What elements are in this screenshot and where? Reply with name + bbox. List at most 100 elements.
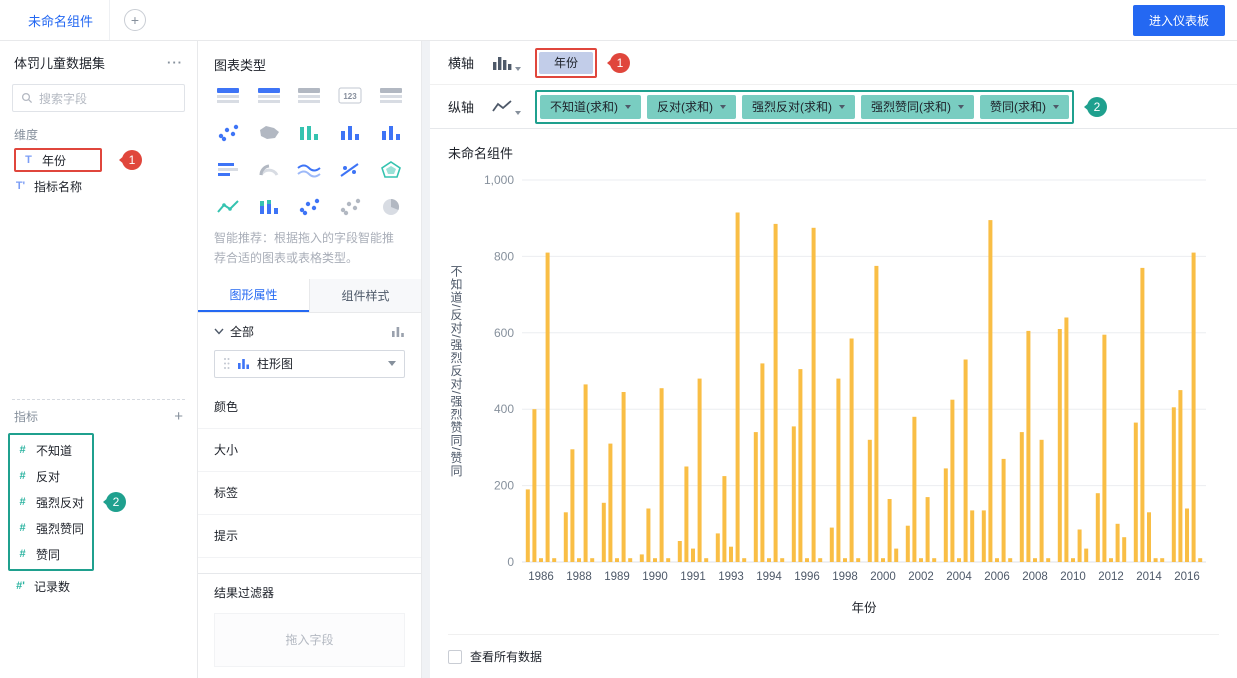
chart-type-area-chart-icon[interactable] (294, 158, 324, 180)
chart-type-score-table-icon[interactable] (376, 84, 406, 106)
x-axis-field-chip[interactable]: 年份 (539, 51, 594, 74)
chart-type-progress-bars-icon[interactable] (213, 158, 243, 180)
chart-type-indicator-icon[interactable] (254, 158, 284, 180)
chart-type-scatter-chart-icon[interactable] (213, 121, 243, 143)
property-label: 提示 (214, 529, 239, 544)
property-row-tooltip[interactable]: 提示 (198, 515, 421, 558)
y-axis-field-chip[interactable]: 强烈赞同(求和) (861, 94, 974, 119)
chart-title: 未命名组件 (448, 146, 514, 161)
chart-type-line-chart-icon[interactable] (213, 195, 243, 217)
svg-text:2012: 2012 (1098, 571, 1124, 583)
chart-type-combo-scatter-icon[interactable] (335, 158, 365, 180)
dimensions-header: 维度 (14, 128, 39, 142)
chart-type-column-chart-icon[interactable] (376, 121, 406, 143)
property-row-granularity[interactable]: 细粒度 (198, 558, 421, 573)
chevron-down-icon (625, 104, 631, 109)
top-bar: 未命名组件 + 进入仪表板 (0, 0, 1237, 41)
property-row-label[interactable]: 标签 (198, 472, 421, 515)
y-axis-field-chip[interactable]: 不知道(求和) (540, 94, 641, 119)
x-axis-type-selector[interactable] (492, 54, 521, 71)
view-all-data-checkbox[interactable] (448, 649, 462, 664)
chart-type-pie-chart-icon[interactable] (376, 195, 406, 217)
y-axis-type-selector[interactable] (492, 99, 521, 115)
chart-type-stacked-bar-icon[interactable] (254, 195, 284, 217)
chart-type-kpi-card-icon[interactable]: 123 (335, 84, 365, 106)
svg-text:2004: 2004 (946, 571, 972, 583)
svg-text:1989: 1989 (604, 571, 630, 583)
property-row-color[interactable]: 颜色 (198, 386, 421, 429)
view-all-data-label: 查看所有数据 (470, 650, 543, 664)
chart-canvas-panel: 横轴 年份 1 纵轴 不知道(求和) 反对(求和) 强烈反对(求和) 强烈赞同(… (422, 41, 1237, 678)
component-tab-label: 未命名组件 (28, 13, 94, 29)
chart-type-bubble-chart-icon[interactable] (335, 195, 365, 217)
add-measure-button[interactable]: + (174, 408, 183, 425)
measure-field-label: 强烈反对 (36, 495, 85, 510)
svg-text:1988: 1988 (566, 571, 592, 583)
dataset-more-icon[interactable]: ··· (167, 55, 183, 70)
svg-text:2010: 2010 (1060, 571, 1086, 583)
search-field-input[interactable]: 搜索字段 (12, 84, 185, 112)
measure-field[interactable]: # 赞同 (10, 541, 92, 567)
svg-text:1991: 1991 (680, 571, 706, 583)
measure-field[interactable]: # 强烈反对 (10, 489, 92, 515)
y-axis-field-chip[interactable]: 赞同(求和) (980, 94, 1069, 119)
measure-field[interactable]: # 强烈赞同 (10, 515, 92, 541)
record-count-field[interactable]: #' 记录数 (0, 573, 197, 599)
main-area: 体罚儿童数据集 ··· 搜索字段 维度 T 年份 1 T' 指标名称 指标 + … (0, 41, 1237, 678)
property-row-clipped: 细粒度 (198, 558, 421, 573)
chart-type-treemap-icon[interactable] (294, 121, 324, 143)
chevron-down-icon (515, 110, 521, 115)
horizontal-axis-label: 横轴 (448, 56, 475, 71)
svg-text:2014: 2014 (1136, 571, 1162, 583)
app-window: 未命名组件 + 进入仪表板 体罚儿童数据集 ··· 搜索字段 维度 T 年份 1… (0, 0, 1237, 678)
chevron-down-icon (839, 104, 845, 109)
measure-type-icon: #' (16, 580, 25, 592)
measure-field-label: 反对 (36, 469, 61, 484)
x-axis-chip-highlight: 年份 (535, 47, 598, 78)
measure-field[interactable]: # 反对 (10, 463, 92, 489)
measure-field[interactable]: # 不知道 (10, 437, 92, 463)
measures-header: 指标 (14, 410, 39, 424)
smart-recommend-hint: 智能推荐：根据拖入的字段智能推荐合适的图表或表格类型。 (214, 231, 395, 265)
chart-type-detail-table-icon[interactable] (294, 84, 324, 106)
y-axis-field-chip[interactable]: 强烈反对(求和) (742, 94, 855, 119)
svg-text:1998: 1998 (832, 571, 858, 583)
chart-type-cross-table-icon[interactable] (213, 84, 243, 106)
chart-type-map-icon[interactable] (254, 121, 284, 143)
property-row-size[interactable]: 大小 (198, 429, 421, 472)
chart-style-dropdown[interactable]: 柱形图 (214, 349, 405, 378)
svg-text:年份: 年份 (851, 601, 877, 615)
chevron-down-icon (388, 361, 396, 367)
all-section-row[interactable]: 全部 (198, 313, 421, 348)
component-tab[interactable]: 未命名组件 (12, 0, 111, 40)
chart-type-mini-scatter-icon[interactable] (294, 195, 324, 217)
dimension-field-year[interactable]: T 年份 1 (0, 147, 197, 173)
svg-text:2008: 2008 (1022, 571, 1048, 583)
measures-header-row: 指标 + (0, 400, 197, 429)
chevron-down-icon (958, 104, 964, 109)
add-tab-button[interactable]: + (124, 9, 147, 31)
chart-style-value: 柱形图 (257, 357, 294, 372)
svg-text:1990: 1990 (642, 571, 668, 583)
tab-component-style[interactable]: 组件样式 (309, 278, 421, 312)
search-icon (21, 92, 33, 104)
dimension-type-icon: T (25, 154, 32, 166)
enter-dashboard-button[interactable]: 进入仪表板 (1132, 4, 1225, 36)
svg-text:200: 200 (494, 479, 514, 493)
dimension-field-label: 指标名称 (34, 179, 83, 194)
y-axis-field-chip[interactable]: 反对(求和) (647, 94, 736, 119)
search-placeholder: 搜索字段 (39, 91, 88, 106)
measure-field-label: 不知道 (36, 443, 73, 458)
chart-type-table-icon[interactable] (254, 84, 284, 106)
step-badge-2: 2 (1087, 96, 1107, 117)
chart-type-bar-chart-icon[interactable] (335, 121, 365, 143)
measure-type-icon: # (19, 444, 26, 456)
measure-type-icon: # (19, 470, 26, 482)
chart-type-radar-chart-icon[interactable] (376, 158, 406, 180)
chevron-down-icon (720, 104, 726, 109)
drag-handle-icon (224, 358, 230, 370)
dimension-field-metric-name[interactable]: T' 指标名称 (0, 173, 197, 199)
tab-graphic-properties[interactable]: 图形属性 (198, 278, 309, 312)
bars-icon[interactable] (391, 325, 405, 338)
filter-drop-zone[interactable]: 拖入字段 (214, 612, 405, 667)
